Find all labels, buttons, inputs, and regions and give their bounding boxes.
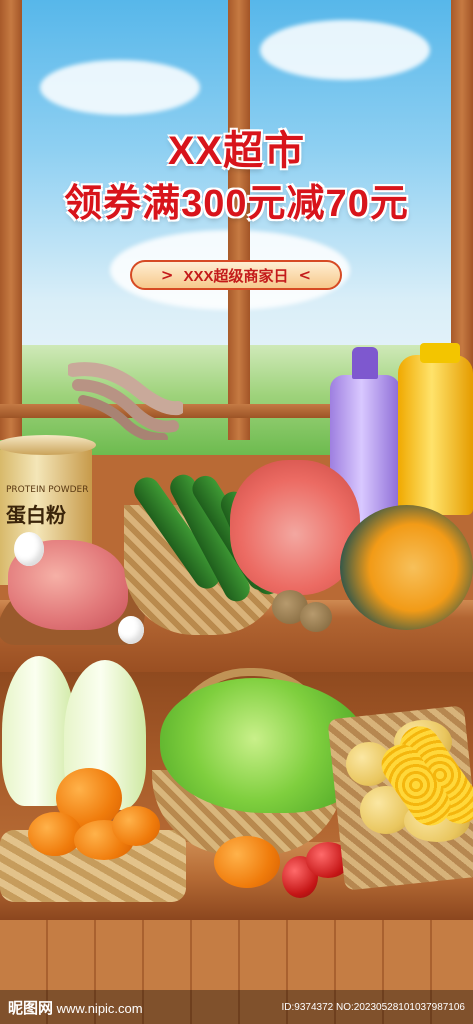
mandarin <box>214 836 280 888</box>
egg <box>14 532 44 566</box>
watermark-site: 昵图网 www.nipic.com <box>8 997 143 1018</box>
chevron-right-icon: > <box>160 266 174 284</box>
cooking-oil-jug <box>398 343 473 515</box>
cloud <box>260 20 430 80</box>
kiwi <box>300 602 332 632</box>
site-url: www.nipic.com <box>56 1000 143 1016</box>
orange <box>28 812 82 856</box>
headline: XX超市 <box>167 129 306 173</box>
egg <box>118 616 144 644</box>
site-name: 昵图网 <box>8 999 54 1017</box>
supermarket-poster: XX超市 领券满300元减70元 > XXX超级商家日 < PROTEIN PO… <box>0 0 473 1024</box>
shrimp-image <box>68 362 183 440</box>
oil-cap <box>420 343 460 363</box>
bottle-cap <box>352 347 378 379</box>
watermark-id: ID:9374372 NO:20230528101037987106 <box>281 1001 466 1013</box>
watermark-bar: 昵图网 www.nipic.com ID:9374372 NO:20230528… <box>0 990 473 1024</box>
pumpkin <box>340 505 473 630</box>
can-label-chinese: 蛋白粉 <box>6 505 66 527</box>
can-lid <box>0 435 96 455</box>
subheadline: 领券满300元减70元 <box>64 183 409 225</box>
promo-tag-text: XXX超级商家日 <box>183 267 289 285</box>
can-label-english: PROTEIN POWDER <box>6 485 89 495</box>
chevron-left-icon: < <box>298 266 312 284</box>
orange <box>112 806 160 846</box>
cloud <box>40 60 200 115</box>
promo-tag: > XXX超级商家日 < <box>130 260 342 290</box>
